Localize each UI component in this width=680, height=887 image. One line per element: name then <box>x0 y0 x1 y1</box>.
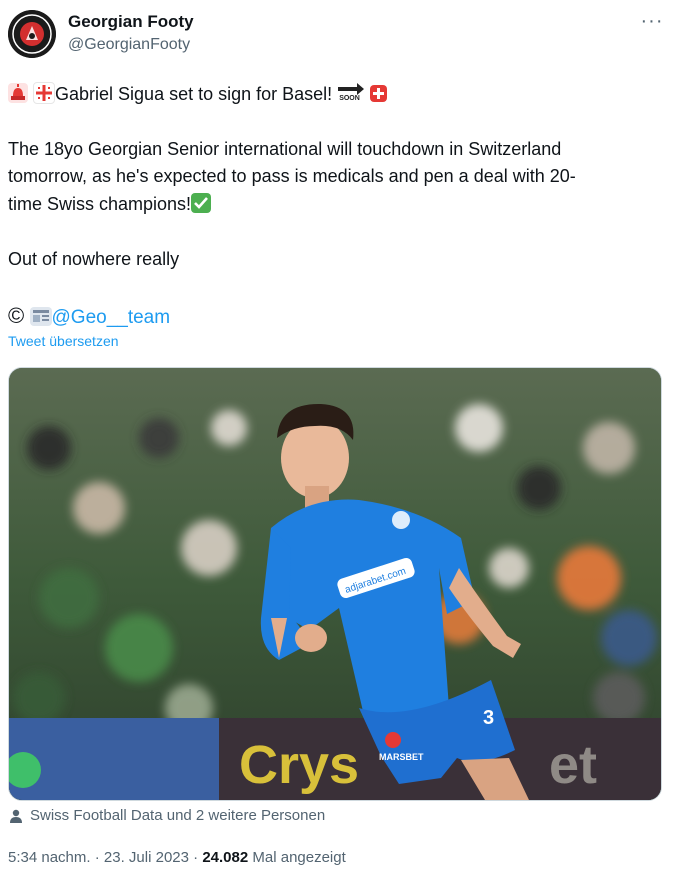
translate-tweet-link[interactable]: Tweet übersetzen <box>8 333 119 349</box>
tweet-line-1: Gabriel Sigua set to sign for Basel! SOO… <box>8 82 388 105</box>
tweet-meta: 5:34 nachm. · 23. Juli 2023 · 24.082 Mal… <box>8 849 346 866</box>
board-text-left: Crys <box>239 735 359 795</box>
tweet-para2-line3-wrap: time Swiss champions! <box>8 193 212 215</box>
tweet-para2-line3: time Swiss champions! <box>8 194 192 214</box>
newspaper-icon <box>29 307 52 326</box>
credit-mention-link[interactable]: @Geo__team <box>52 307 171 328</box>
meta-separator: · <box>90 849 104 866</box>
tagged-people[interactable]: Swiss Football Data und 2 weitere Person… <box>8 807 325 824</box>
swiss-flag-icon <box>370 85 388 102</box>
tweet-photo[interactable]: Crys et adjarabet.com MARSBET 3 <box>8 367 662 801</box>
tweet-date[interactable]: 23. Juli 2023 <box>104 849 189 866</box>
view-label: Mal angezeigt <box>248 849 346 866</box>
tweet-time[interactable]: 5:34 nachm. <box>8 849 91 866</box>
tweet-headline: Gabriel Sigua set to sign for Basel! <box>55 84 333 104</box>
tweet-credit: © @Geo__team <box>8 303 170 329</box>
view-count: 24.082 <box>202 849 249 866</box>
avatar[interactable] <box>8 10 56 58</box>
author-name[interactable]: Georgian Footy <box>68 12 194 32</box>
board-text-right: et <box>549 735 597 795</box>
georgia-flag-icon <box>33 82 56 104</box>
tweet-para3: Out of nowhere really <box>8 249 180 269</box>
soon-label: SOON <box>339 95 360 102</box>
siren-icon <box>8 83 28 103</box>
tagged-label: Swiss Football Data und 2 weitere Person… <box>30 807 326 824</box>
check-mark-icon <box>191 193 212 213</box>
copyright-symbol: © <box>8 303 25 328</box>
author-handle[interactable]: @GeorgianFooty <box>68 36 190 54</box>
football-player-photo: Crys et adjarabet.com MARSBET 3 <box>9 368 661 800</box>
tweet-para2-line2: tomorrow, as he's expected to pass is me… <box>8 166 576 186</box>
person-icon <box>10 809 22 823</box>
meta-separator: · <box>188 849 203 866</box>
shorts-sponsor: MARSBET <box>379 752 424 762</box>
shirt-number: 3 <box>483 707 494 729</box>
soon-arrow-icon: SOON <box>337 82 365 104</box>
more-options-icon[interactable]: ··· <box>638 10 666 34</box>
tweet-para2-line1: The 18yo Georgian Senior international w… <box>8 139 562 159</box>
georgian-footy-logo <box>8 10 56 58</box>
